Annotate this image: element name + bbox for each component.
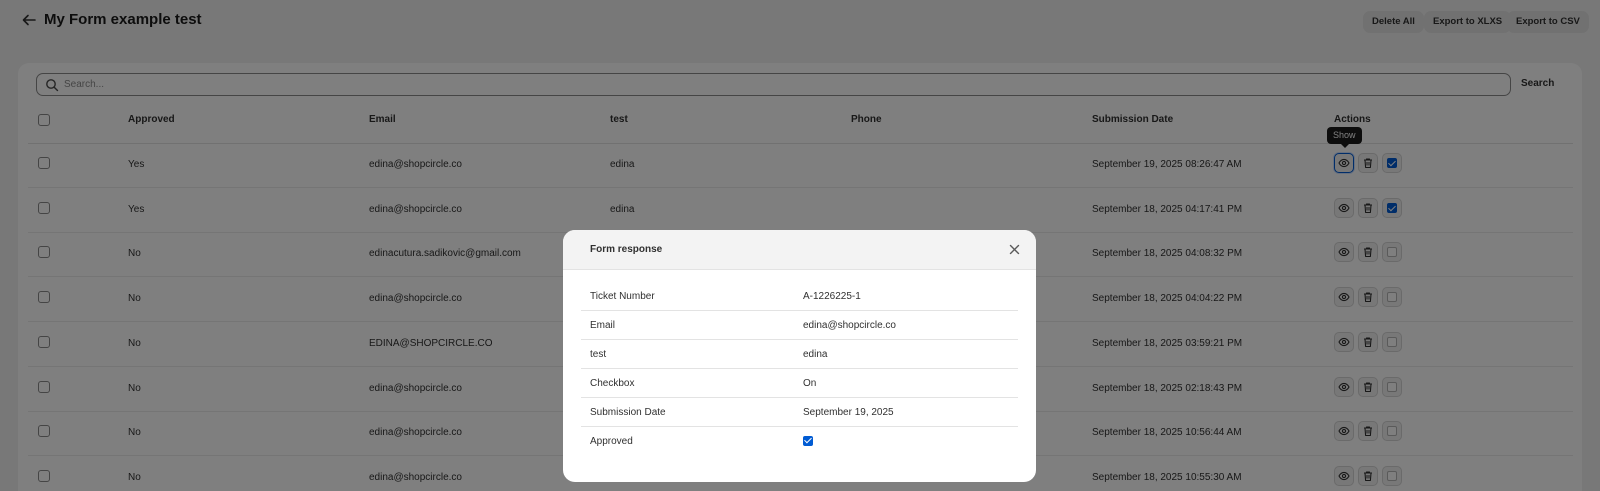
field-value: edina xyxy=(803,349,828,360)
form-response-modal: Form response Ticket Number A-1226225-1 … xyxy=(563,230,1036,482)
field-label: test xyxy=(590,349,607,360)
field-label: Ticket Number xyxy=(590,291,655,302)
field-label: Checkbox xyxy=(590,378,635,389)
field-value: On xyxy=(803,378,817,389)
field-approved: Approved xyxy=(581,427,1018,456)
field-submission-date: Submission Date September 19, 2025 xyxy=(581,398,1018,427)
modal-header: Form response xyxy=(563,230,1036,270)
field-label: Submission Date xyxy=(590,407,666,418)
field-email: Email edina@shopcircle.co xyxy=(581,311,1018,340)
field-label: Email xyxy=(590,320,616,331)
modal-title: Form response xyxy=(590,244,663,255)
field-ticket-number: Ticket Number A-1226225-1 xyxy=(581,282,1018,311)
approved-checked-icon xyxy=(803,436,813,446)
field-value: A-1226225-1 xyxy=(803,291,861,302)
close-icon[interactable] xyxy=(1009,244,1020,255)
field-test: test edina xyxy=(581,340,1018,369)
field-value: September 19, 2025 xyxy=(803,407,894,418)
field-value: edina@shopcircle.co xyxy=(803,320,896,331)
field-checkbox: Checkbox On xyxy=(581,369,1018,398)
field-label: Approved xyxy=(590,436,633,447)
